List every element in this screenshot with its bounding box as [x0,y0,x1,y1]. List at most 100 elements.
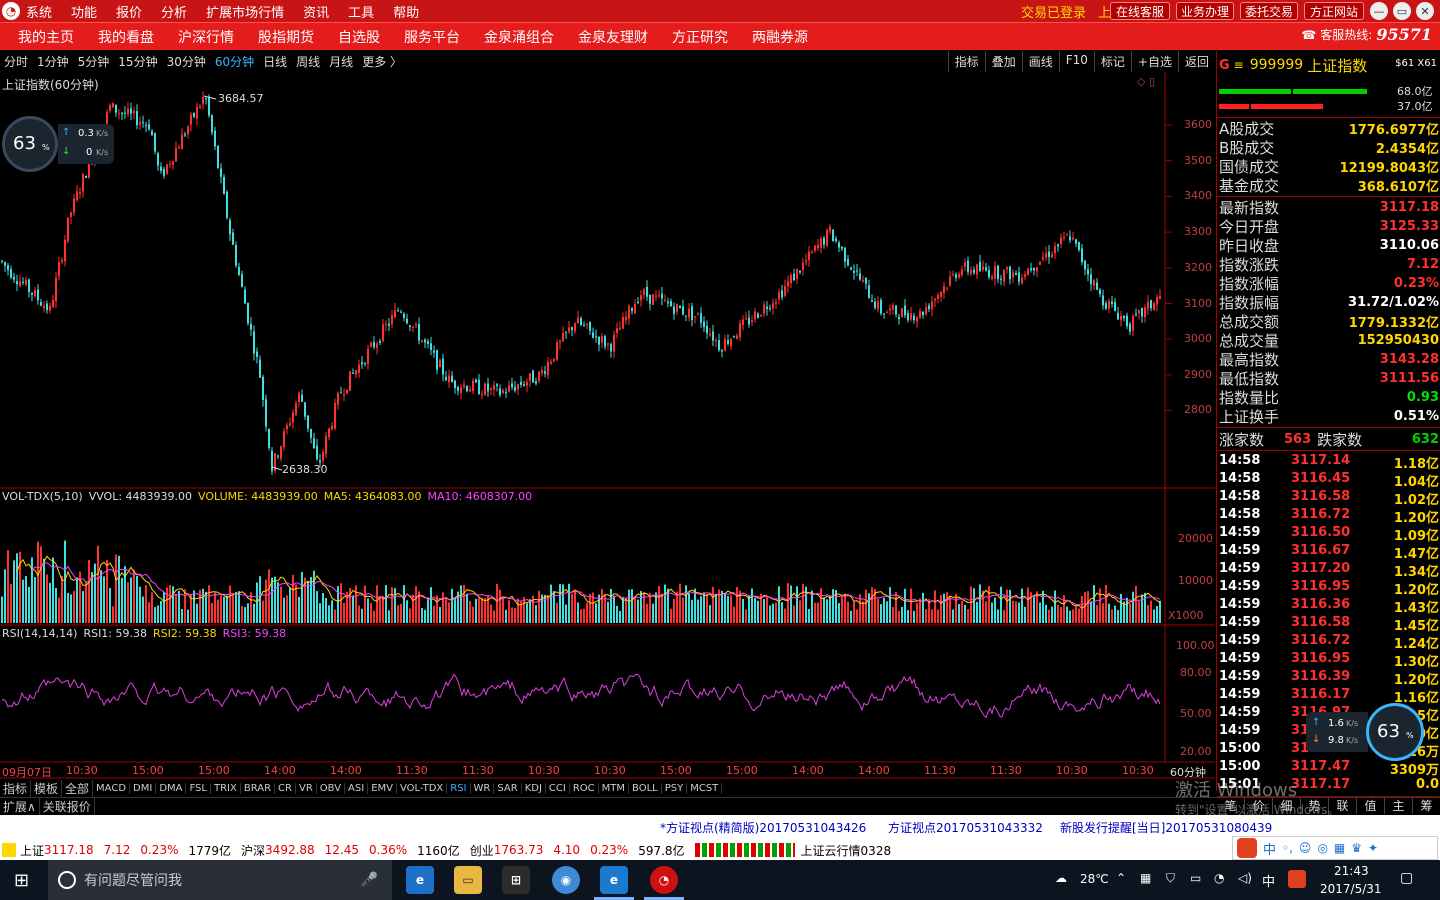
indicator-tab[interactable]: MTM [599,782,630,794]
related-quote-tab[interactable]: 关联报价 [40,798,95,815]
nav-service[interactable]: 服务平台 [392,27,472,47]
battery-icon[interactable]: ▭ [1190,871,1201,885]
period-5m[interactable]: 5分钟 [78,53,110,70]
period-week[interactable]: 周线 [296,53,320,70]
ime-toolbar[interactable]: 中 ◦, ☺ ◎ ▦ ♛ ✦ [1232,836,1438,860]
indicator-tab[interactable]: OBV [317,782,346,794]
security-icon[interactable]: ⛉ [1166,871,1175,886]
explorer-icon[interactable]: ▭ [454,866,482,894]
news-item[interactable]: *方证视点(精简版)20170531043426 [660,819,866,836]
tick-row[interactable]: 14:59 3116.72 1.24亿 [1219,632,1439,652]
period-day[interactable]: 日线 [263,53,287,70]
news-item[interactable]: 方证视点20170531043332 [888,819,1043,836]
tick-row[interactable]: 14:58 3117.14 1.18亿 [1219,452,1439,472]
close-icon[interactable]: ✕ [1416,2,1434,20]
microphone-icon[interactable]: 🎤 [361,872,378,888]
trade-button[interactable]: 委托交易 [1240,2,1298,20]
menu-icon[interactable]: ≡ [1234,58,1244,72]
indicator-tab[interactable]: FSL [186,782,211,794]
indicator-tab[interactable]: CR [275,782,296,794]
indicator-tab[interactable]: DMA [156,782,187,794]
nav-home[interactable]: 我的主页 [0,27,86,47]
nav-portfolio[interactable]: 金泉涌组合 [472,27,566,47]
nav-market[interactable]: 沪深行情 [166,27,246,47]
ime-indicator[interactable]: 中 [1262,871,1275,890]
mark-button[interactable]: 标记 [1093,51,1131,72]
indicator-tab[interactable]: ASI [345,782,369,794]
browser-icon[interactable]: ◉ [552,866,580,894]
indicator-tab[interactable]: BOLL [629,782,662,794]
tick-row[interactable]: 14:58 3116.45 1.04亿 [1219,470,1439,490]
chart-settings-icon[interactable]: ◇ ▯ [1137,75,1155,88]
indicator-tab[interactable]: 全部 [62,779,94,797]
indicator-tab[interactable]: SAR [494,782,522,794]
weather-icon[interactable]: ☁ [1055,871,1067,885]
f10-button[interactable]: F10 [1058,51,1094,72]
tick-row[interactable]: 14:58 3116.58 1.02亿 [1219,488,1439,508]
indicator-tab[interactable]: MACD [93,782,131,794]
edge-icon[interactable]: e [406,866,434,894]
overlay-button[interactable]: 叠加 [984,51,1022,72]
menu-system[interactable]: 系统 [26,2,52,21]
cloud-quote[interactable]: 上证云行情0328 [801,842,892,859]
tick-row[interactable]: 14:59 3116.17 1.16亿 [1219,686,1439,706]
fangzheng-app-icon[interactable]: ◔ [650,866,678,894]
indicator-tab[interactable]: RSI [447,782,471,794]
network-icon[interactable]: ◔ [1214,871,1224,885]
ie-icon[interactable]: e [600,866,628,894]
nav-finance[interactable]: 金泉友理财 [566,27,660,47]
period-1m[interactable]: 1分钟 [37,53,69,70]
tick-row[interactable]: 15:00 3117.47 3309万 [1219,758,1439,778]
indicator-tab[interactable]: 指标 [0,779,32,797]
period-tick[interactable]: 分时 [4,53,28,70]
cortana-search[interactable]: 有问题尽管问我 🎤 [48,860,392,900]
indicator-tab[interactable]: WR [471,782,495,794]
menu-help[interactable]: 帮助 [393,2,419,21]
folder-icon[interactable] [2,843,16,857]
tick-row[interactable]: 14:59 3116.39 1.20亿 [1219,668,1439,688]
back-button[interactable]: 返回 [1177,51,1215,72]
windows-start-icon[interactable]: ⊞ [14,870,29,891]
clock-time[interactable]: 21:43 [1334,864,1369,878]
tick-row[interactable]: 14:59 3116.95 1.20亿 [1219,578,1439,598]
period-30m[interactable]: 30分钟 [167,53,206,70]
indicator-tab[interactable]: VOL-TDX [397,782,448,794]
tray-expand-icon[interactable]: ⌃ [1116,871,1126,885]
business-button[interactable]: 业务办理 [1176,2,1234,20]
restore-icon[interactable]: ▭ [1393,2,1411,20]
nav-watch[interactable]: 我的看盘 [86,27,166,47]
indicator-button[interactable]: 指标 [947,51,985,72]
indicator-tab[interactable]: ROC [570,782,599,794]
clock-date[interactable]: 2017/5/31 [1320,882,1382,896]
indicator-tab[interactable]: VR [296,782,317,794]
indicator-tab[interactable]: DMI [130,782,157,794]
indicator-tab[interactable]: CCI [546,782,570,794]
website-button[interactable]: 方正网站 [1304,2,1364,20]
indicator-tab[interactable]: PSY [662,782,688,794]
menu-function[interactable]: 功能 [71,2,97,21]
indicator-tab[interactable]: TRIX [211,782,241,794]
draw-button[interactable]: 画线 [1021,51,1059,72]
tick-row[interactable]: 14:59 3116.58 1.45亿 [1219,614,1439,634]
notification-icon[interactable]: ▢ [1400,870,1413,886]
indicator-tab[interactable]: EMV [368,782,397,794]
expand-tab[interactable]: 扩展∧ [0,798,40,815]
menu-tools[interactable]: 工具 [348,2,374,21]
indicator-tab[interactable]: 模板 [31,779,63,797]
indicator-tab[interactable]: BRAR [241,782,276,794]
volume-icon[interactable]: ◁) [1238,871,1252,885]
period-month[interactable]: 月线 [329,53,353,70]
indicator-tab[interactable]: MCST [687,782,723,794]
tick-row[interactable]: 14:59 3116.36 1.43亿 [1219,596,1439,616]
nav-favorites[interactable]: 自选股 [326,27,392,47]
menu-analysis[interactable]: 分析 [161,2,187,21]
tray-app-icon[interactable]: ▦ [1140,871,1151,885]
minimize-icon[interactable]: — [1370,2,1388,20]
tick-row[interactable]: 14:59 3117.20 1.34亿 [1219,560,1439,580]
sogou-icon[interactable] [1288,870,1306,888]
period-60m[interactable]: 60分钟 [215,53,254,70]
menu-quote[interactable]: 报价 [116,2,142,21]
tick-row[interactable]: 14:59 3116.50 1.09亿 [1219,524,1439,544]
add-favorite-button[interactable]: +自选 [1130,51,1178,72]
period-15m[interactable]: 15分钟 [118,53,157,70]
